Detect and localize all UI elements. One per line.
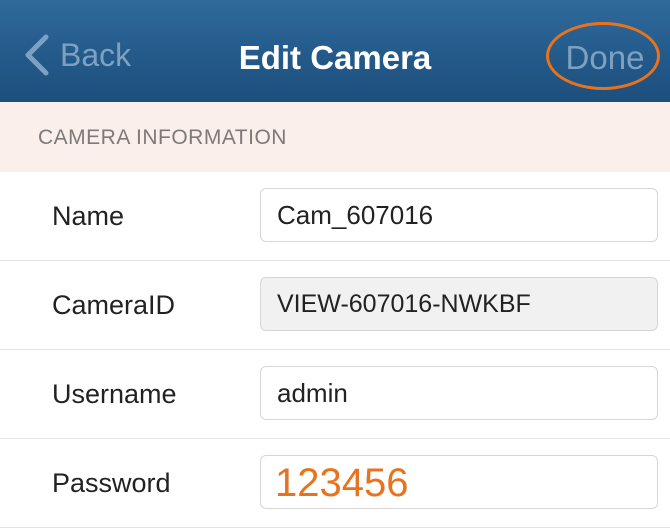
section-header: CAMERA INFORMATION [0, 102, 670, 172]
password-label: Password [52, 468, 171, 498]
done-button[interactable]: Done [546, 22, 664, 94]
camera-id-row: CameraID VIEW-607016-NWKBF [0, 261, 670, 350]
camera-id-field: VIEW-607016-NWKBF [260, 277, 658, 331]
camera-id-label: CameraID [52, 290, 176, 320]
section-title: CAMERA INFORMATION [38, 126, 287, 149]
page-title: Edit Camera [238, 39, 432, 76]
username-row: Username admin [0, 350, 670, 439]
camera-info-form: Name Cam_607016 CameraID VIEW-607016-NWK… [0, 172, 670, 528]
name-row: Name Cam_607016 [0, 172, 670, 261]
back-button-label: Back [60, 37, 132, 73]
edit-camera-screen: Back Edit Camera Done CAMERA INFORMATION… [0, 0, 670, 530]
back-button[interactable]: Back [22, 30, 131, 80]
done-button-label: Done [565, 39, 645, 76]
password-field[interactable]: 123456 [260, 455, 658, 509]
password-row: Password 123456 [0, 439, 670, 528]
chevron-left-icon [25, 34, 49, 76]
name-label: Name [52, 201, 125, 231]
username-label: Username [52, 379, 177, 409]
username-field[interactable]: admin [260, 366, 658, 420]
name-field[interactable]: Cam_607016 [260, 188, 658, 242]
navigation-bar: Back Edit Camera Done [0, 0, 670, 102]
